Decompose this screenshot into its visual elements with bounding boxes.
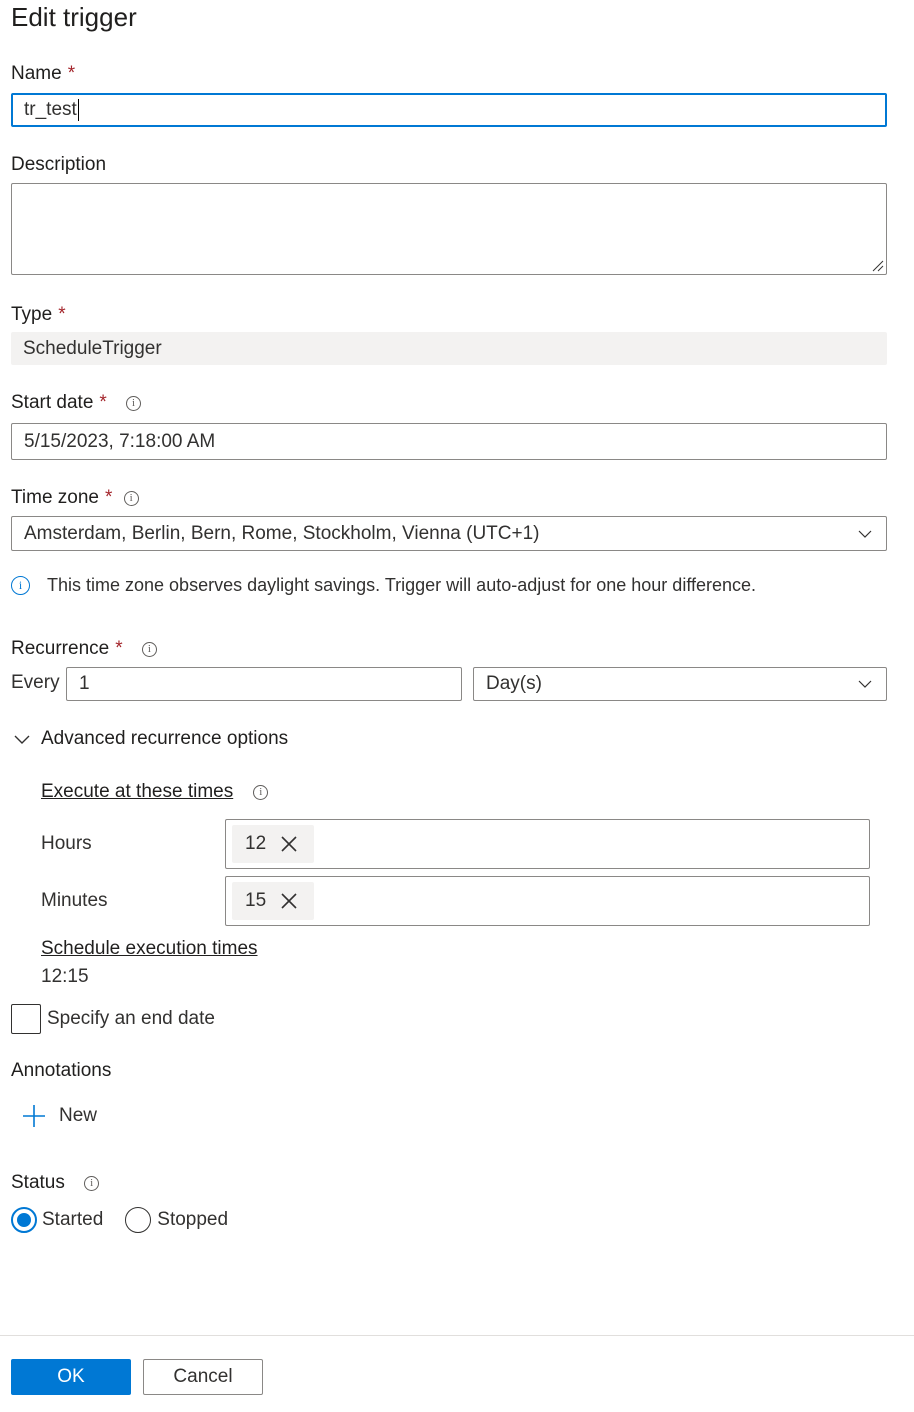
recurrence-unit-value: Day(s) [486,673,542,694]
name-input-value: tr_test [24,99,77,120]
chevron-down-icon [14,735,30,744]
status-started-label: Started [42,1209,104,1230]
status-stopped-option[interactable]: Stopped [125,1207,228,1233]
type-label: Type * [11,304,66,326]
status-stopped-label: Stopped [157,1209,229,1230]
start-date-value: 5/15/2023, 7:18:00 AM [24,430,216,452]
name-label-text: Name [11,63,62,84]
minutes-tag-picker[interactable]: 15 [225,876,870,926]
every-label: Every [11,672,60,693]
start-date-label-text: Start date [11,392,94,413]
name-label: Name * [11,63,75,85]
ok-button[interactable]: OK [11,1359,131,1395]
advanced-recurrence-toggle[interactable]: Advanced recurrence options [11,728,288,750]
info-icon[interactable]: i [126,396,142,411]
name-input[interactable]: tr_test [11,93,887,127]
time-zone-value: Amsterdam, Berlin, Bern, Rome, Stockholm… [24,522,540,544]
annotations-label: Annotations [11,1060,112,1081]
status-label: Status i [11,1172,100,1194]
time-zone-label: Time zone * i [11,487,139,509]
minutes-tag-value: 15 [245,890,267,911]
start-date-input[interactable]: 5/15/2023, 7:18:00 AM [11,423,887,460]
radio-dot [17,1213,31,1227]
hours-label: Hours [41,833,92,854]
info-icon: i [11,576,30,595]
resize-handle-icon[interactable] [872,260,884,272]
new-annotation-button[interactable]: New [22,1104,97,1128]
required-marker: * [99,392,107,413]
minutes-tag: 15 [232,882,314,920]
end-date-label: Specify an end date [47,1008,215,1029]
description-textarea[interactable] [11,183,887,275]
new-annotation-label: New [59,1105,98,1126]
hours-tag: 12 [232,825,314,863]
recurrence-label-text: Recurrence [11,638,110,659]
status-started-radio[interactable] [11,1207,37,1233]
info-icon[interactable]: i [84,1176,100,1191]
page-title: Edit trigger [11,2,137,32]
text-cursor [77,99,79,121]
hours-tag-picker[interactable]: 12 [225,819,870,869]
hours-tag-value: 12 [245,833,267,854]
close-icon[interactable] [280,835,298,853]
status-label-text: Status [11,1172,65,1193]
chevron-down-icon [858,680,872,688]
chevron-down-icon [858,530,872,538]
description-label: Description [11,154,107,175]
status-stopped-radio[interactable] [125,1207,152,1233]
execute-times-header: Execute at these times i [41,781,269,803]
cancel-button[interactable]: Cancel [143,1359,263,1395]
required-marker: * [67,63,76,84]
end-date-checkbox-row[interactable]: Specify an end date [11,1004,215,1034]
close-icon[interactable] [280,892,298,910]
recurrence-label: Recurrence * i [11,638,157,660]
footer-divider [0,1335,914,1336]
advanced-recurrence-label: Advanced recurrence options [41,728,289,749]
minutes-label: Minutes [41,890,108,911]
recurrence-unit-dropdown[interactable]: Day(s) [473,667,887,701]
required-marker: * [105,487,113,508]
schedule-execution-times-label: Schedule execution times [41,938,258,959]
status-radio-group: Started Stopped [11,1207,228,1233]
execute-times-label: Execute at these times [41,781,234,802]
start-date-label: Start date * i [11,392,142,414]
type-label-text: Type [11,304,53,325]
type-field: ScheduleTrigger [11,332,887,365]
info-icon[interactable]: i [253,784,269,800]
status-started-option[interactable]: Started [11,1207,103,1233]
recurrence-interval-input[interactable]: 1 [66,667,462,701]
time-zone-dropdown[interactable]: Amsterdam, Berlin, Bern, Rome, Stockholm… [11,516,887,551]
schedule-execution-times-value: 12:15 [41,966,89,987]
end-date-checkbox[interactable] [11,1004,41,1034]
info-icon[interactable]: i [123,491,139,506]
plus-icon [23,1105,45,1127]
time-zone-note: i This time zone observes daylight savin… [11,575,756,596]
time-zone-note-text: This time zone observes daylight savings… [47,575,757,595]
required-marker: * [58,304,66,325]
info-icon[interactable]: i [141,642,157,657]
recurrence-interval-value: 1 [79,673,90,694]
time-zone-label-text: Time zone [11,487,99,508]
required-marker: * [115,638,123,659]
